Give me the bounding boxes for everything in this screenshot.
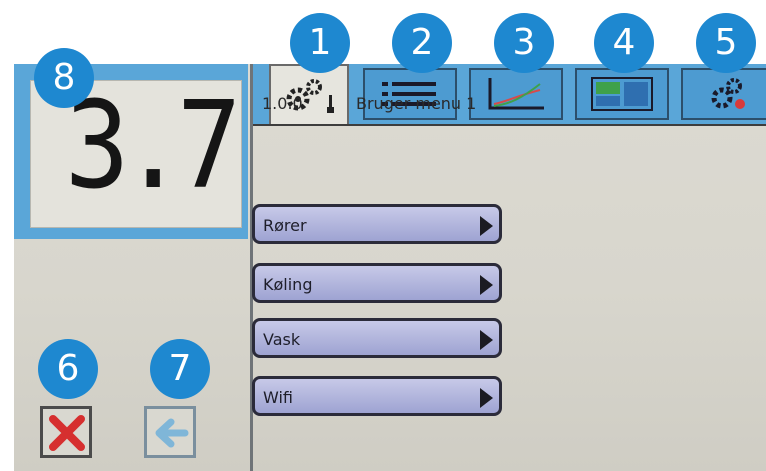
menu-title: Bruger menu 1: [356, 94, 477, 113]
chevron-right-icon: [480, 275, 493, 295]
panels-icon: [591, 77, 653, 111]
menu-code: 1.0.0: [262, 94, 303, 113]
tab-content-border: [253, 124, 766, 126]
chevron-right-icon: [480, 388, 493, 408]
menu-item-label: Rører: [263, 216, 307, 235]
callout-badge-7: 7: [150, 339, 210, 399]
menu-item-vask[interactable]: Vask: [252, 318, 502, 358]
tab-advanced[interactable]: [681, 68, 766, 120]
callout-badge-6: 6: [38, 339, 98, 399]
chevron-right-icon: [480, 216, 493, 236]
graph-icon: [488, 78, 544, 110]
tab-overview[interactable]: [575, 68, 669, 120]
callout-badge-1: 1: [290, 13, 350, 73]
callout-badge-5: 5: [696, 13, 756, 73]
menu-item-wifi[interactable]: Wifi: [252, 376, 502, 416]
callout-badge-2: 2: [392, 13, 452, 73]
tab-bar: [253, 64, 766, 126]
back-button[interactable]: [144, 406, 196, 458]
menu-item-rorer[interactable]: Rører: [252, 204, 502, 244]
menu-item-label: Køling: [263, 275, 313, 294]
menu-item-label: Wifi: [263, 388, 293, 407]
callout-badge-4: 4: [594, 13, 654, 73]
chevron-right-icon: [480, 330, 493, 350]
menu-item-koling[interactable]: Køling: [252, 263, 502, 303]
close-button[interactable]: [40, 406, 92, 458]
menu-item-label: Vask: [263, 330, 301, 349]
tab-graph[interactable]: [469, 68, 563, 120]
back-arrow-icon: [155, 418, 189, 448]
display-value: 3.7: [64, 77, 242, 216]
gears-alert-icon: [711, 78, 745, 109]
callout-badge-8: 8: [34, 48, 94, 108]
close-icon: [49, 415, 85, 451]
callout-badge-3: 3: [494, 13, 554, 73]
